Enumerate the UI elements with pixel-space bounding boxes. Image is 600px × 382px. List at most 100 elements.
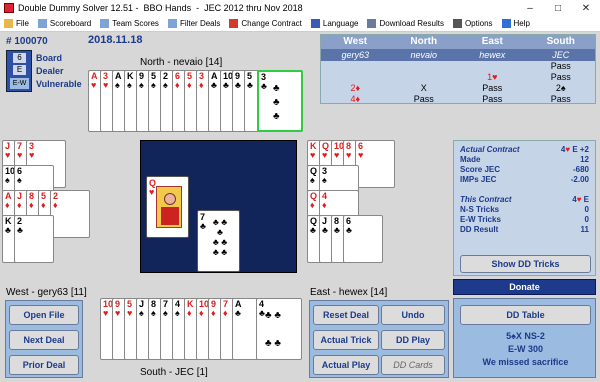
prior-deal-button[interactable]: Prior Deal (9, 355, 79, 375)
menu-help[interactable]: Help (501, 19, 530, 28)
contract-row: DD Result 11 (454, 225, 595, 235)
card-suit-icon: ♣ (5, 225, 11, 235)
deal-buttons-panel: Open File Next Deal Prior Deal (5, 300, 83, 378)
contract-row: N-S Tricks 0 (454, 205, 595, 215)
card-suit-icon: ♣ (223, 80, 229, 90)
contract-row: E-W Tricks 0 (454, 215, 595, 225)
card-suit-icon: ♥ (29, 150, 35, 160)
played-card-south[interactable]: 7 ♣ ♣ ♣ ♣ ♣ ♣ ♣ ♣ (197, 210, 240, 272)
open-file-button[interactable]: Open File (9, 305, 79, 325)
card-suit-icon: ♠ (115, 80, 120, 90)
contract-row-value: 11 (580, 225, 589, 234)
card-suit-icon: ♥ (334, 150, 340, 160)
contract-row-label: Made (460, 155, 481, 164)
south-card[interactable]: 4 ♣ ♣ ♣ ♣ ♣ (256, 298, 302, 360)
close-button[interactable]: ✕ (572, 0, 600, 16)
east-card[interactable]: 6 ♥ (355, 140, 395, 188)
app-icon (4, 3, 14, 13)
undo-button[interactable]: Undo (381, 305, 445, 325)
card-suit-icon: ♥ (346, 150, 352, 160)
auction-bid: Pass (550, 72, 571, 82)
board-date: 2018.11.18 (88, 34, 143, 46)
auction-header-south: South (546, 36, 575, 47)
card-suit-icon: ♥ (115, 308, 121, 318)
dd-cards-button[interactable]: DD Cards (381, 355, 445, 375)
dealer-box: E (13, 65, 26, 75)
help-icon (501, 19, 511, 28)
menu-download-results[interactable]: Download Results (367, 19, 444, 28)
card-suit-icon: ♠ (151, 308, 156, 318)
card-suit-icon: ♣ (235, 80, 241, 90)
menu-file[interactable]: File (4, 19, 29, 28)
card-suit-icon: ♠ (139, 80, 144, 90)
menu-team-scores[interactable]: Team Scores (100, 19, 159, 28)
donate-button[interactable]: Donate (453, 279, 596, 295)
auction-name-north: nevaio (410, 50, 438, 60)
east-card[interactable]: 6 ♣ (343, 215, 383, 263)
card-suit-icon: ♦ (29, 200, 34, 210)
minimize-button[interactable]: – (516, 0, 544, 16)
menu-label: Change Contract (241, 19, 302, 28)
club-pips-icon: ♣ ♣ ♣ ♣ (265, 310, 281, 349)
card-suit-icon: ♣ (17, 225, 23, 235)
dd-play-button[interactable]: DD Play (381, 330, 445, 350)
card-suit-icon: ♠ (163, 80, 168, 90)
dd-table-button[interactable]: DD Table (460, 305, 591, 325)
played-card-west[interactable]: Q ♥ (146, 176, 189, 238)
download-icon (367, 19, 377, 28)
west-card[interactable]: 2 ♦ (50, 190, 90, 238)
menu-scoreboard[interactable]: Scoreboard (37, 19, 91, 28)
auction-bid (321, 61, 390, 72)
contract-row: IMPs JEC -2.00 (454, 175, 595, 185)
north-card-highlighted[interactable]: 3 ♣ ♣ ♣ ♣ (257, 70, 303, 132)
gear-icon (452, 19, 462, 28)
card-suit-icon: ♦ (187, 80, 192, 90)
card-suit-icon: ♦ (175, 80, 180, 90)
actual-play-button[interactable]: Actual Play (313, 355, 379, 375)
contract-row-label: Score JEC (460, 165, 501, 174)
auction-header-east: East (481, 36, 503, 47)
menu-label: Help (513, 19, 530, 28)
play-buttons-panel: Reset Deal Undo Actual Trick DD Play Act… (309, 300, 449, 378)
maximize-button[interactable]: □ (544, 0, 572, 16)
reset-deal-button[interactable]: Reset Deal (313, 305, 379, 325)
dealer-label: Dealer (36, 66, 64, 76)
auction-names: gery63 nevaio hewex JEC (321, 49, 595, 61)
west-card[interactable]: 2 ♣ (14, 215, 54, 263)
card-suit-icon: ♣ (334, 225, 340, 235)
auction-row: 4♦ Pass Pass Pass (321, 94, 595, 105)
card-suit-icon: ♠ (163, 308, 168, 318)
contract-row-value: 0 (584, 205, 589, 214)
auction-bid (390, 72, 459, 83)
card-suit-icon: ♥ (91, 80, 97, 90)
auction-bid (390, 61, 459, 72)
contract-row-value: -2.00 (570, 175, 589, 184)
menu-change-contract[interactable]: Change Contract (229, 19, 302, 28)
card-suit-icon: ♥ (322, 150, 328, 160)
card-suit-icon: ♦ (41, 200, 46, 210)
flag-icon (310, 19, 320, 28)
filter-icon (167, 19, 177, 28)
vulnerable-box: E-W (10, 78, 29, 89)
auction-bid: Pass (550, 94, 571, 104)
club-pips-icon: ♣ ♣ ♣ (273, 83, 280, 122)
menu-options[interactable]: Options (452, 19, 493, 28)
auction-row: 2♦ X Pass 2♠ (321, 83, 595, 94)
auction-bid (458, 61, 527, 72)
show-dd-tricks-button[interactable]: Show DD Tricks (460, 255, 591, 273)
actual-trick-button[interactable]: Actual Trick (313, 330, 379, 350)
contract-row (454, 185, 595, 195)
next-deal-button[interactable]: Next Deal (9, 330, 79, 350)
menu-label: File (16, 19, 29, 28)
menu-filter-deals[interactable]: Filter Deals (167, 19, 220, 28)
auction-header: West North East South (321, 35, 595, 49)
menu-language[interactable]: Language (310, 19, 358, 28)
card-suit-icon: ♣ (235, 308, 241, 318)
club-pips-icon: ♣ ♣ ♣ ♣ ♣ ♣ ♣ (212, 217, 228, 257)
card-suit-icon: ♥ (127, 308, 133, 318)
auction-name-south: JEC (552, 50, 570, 60)
card-suit-icon: ♠ (310, 175, 315, 185)
card-suit-icon: ♣ (261, 81, 267, 91)
card-suit-icon: ♣ (247, 80, 253, 90)
card-suit-icon: ♥ (103, 80, 109, 90)
